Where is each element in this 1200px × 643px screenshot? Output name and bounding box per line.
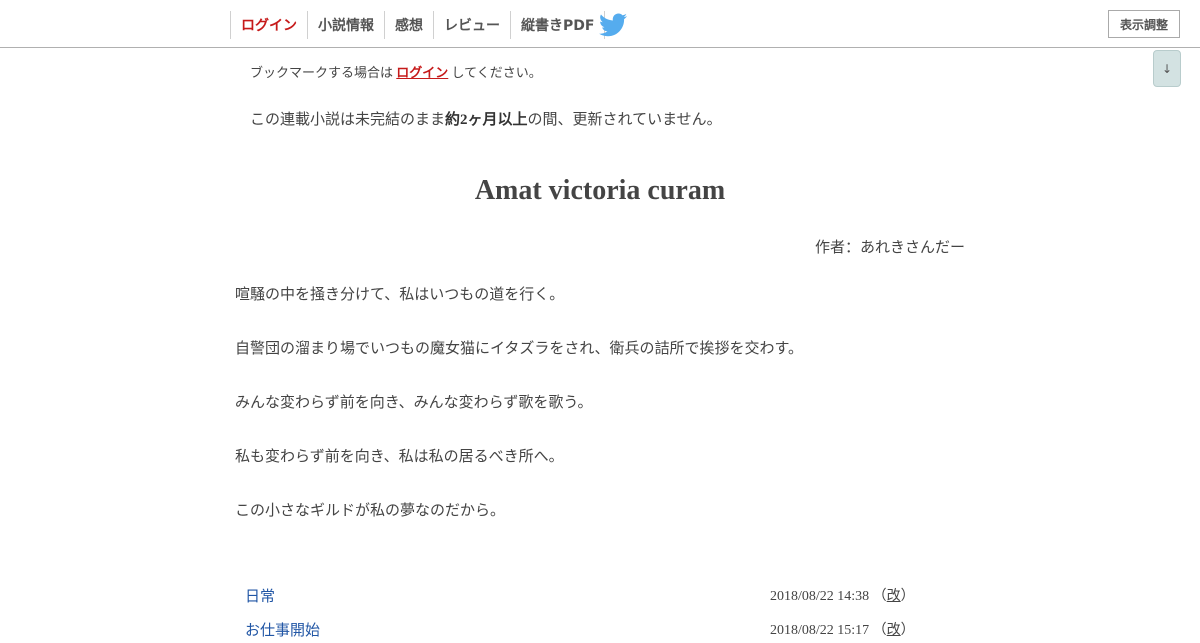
header-nav: ログイン 小説情報 感想 レビュー 縦書きPDF [230,11,606,39]
episode-title-link[interactable]: 日常 [245,585,275,606]
synopsis-line: 喧騒の中を掻き分けて、私はいつもの道を行く。 [235,285,565,303]
revision-close-paren: ） [900,589,915,604]
synopsis-line: 自警団の溜まり場でいつもの魔女猫にイタズラをされ、衛兵の詰所で挨拶を交わす。 [235,339,804,357]
bookmark-notice: ブックマークする場合は ログイン してください。 [250,62,542,81]
novel-title: Amat victoria curam [474,175,726,206]
bookmark-notice-suffix: してください。 [448,65,542,80]
episode-date-text: 2018/08/22 15:17 [770,623,870,638]
episode-row: お仕事開始 2018/08/22 15:17 （改） [235,619,925,643]
status-text: この連載小説は未完結のまま [250,112,446,128]
bookmark-login-link[interactable]: ログイン [396,65,448,80]
twitter-bird-icon[interactable] [599,13,627,37]
episode-date: 2018/08/22 14:38 （改） [770,585,915,605]
scroll-down-button[interactable]: ↓ [1153,50,1181,87]
revision-link[interactable]: 改 [887,589,901,604]
episode-date: 2018/08/22 15:17 （改） [770,619,915,639]
update-status-notice: この連載小説は未完結のまま約2ヶ月以上の間、更新されていません。 [250,108,722,129]
nav-login-link[interactable]: ログイン [230,11,307,39]
episode-row: 日常 2018/08/22 14:38 （改） [235,585,925,609]
header-bar: ログイン 小説情報 感想 レビュー 縦書きPDF 表示調整 [0,0,1200,48]
revision-open-paren: （ [872,589,887,604]
nav-vertical-pdf-link[interactable]: 縦書きPDF [510,11,606,39]
synopsis-line: この小さなギルドが私の夢なのだから。 [235,501,506,519]
status-duration: 約2ヶ月以上 [445,112,528,128]
bookmark-notice-text: ブックマークする場合は [250,65,397,80]
episode-date-text: 2018/08/22 14:38 [770,589,870,604]
nav-impressions-link[interactable]: 感想 [384,11,433,39]
novel-author: 作者：あれきさんだー [814,238,965,256]
synopsis-line: みんな変わらず前を向き、みんな変わらず歌を歌う。 [235,393,593,411]
revision-link[interactable]: 改 [887,623,901,638]
revision-open-paren: （ [872,623,887,638]
revision-close-paren: ） [900,623,915,638]
nav-novel-info-link[interactable]: 小説情報 [307,11,384,39]
nav-review-link[interactable]: レビュー [433,11,510,39]
display-adjust-button[interactable]: 表示調整 [1108,10,1180,38]
synopsis-line: 私も変わらず前を向き、私は私の居るべき所へ。 [235,447,564,465]
status-suffix: の間、更新されていません。 [527,112,722,128]
